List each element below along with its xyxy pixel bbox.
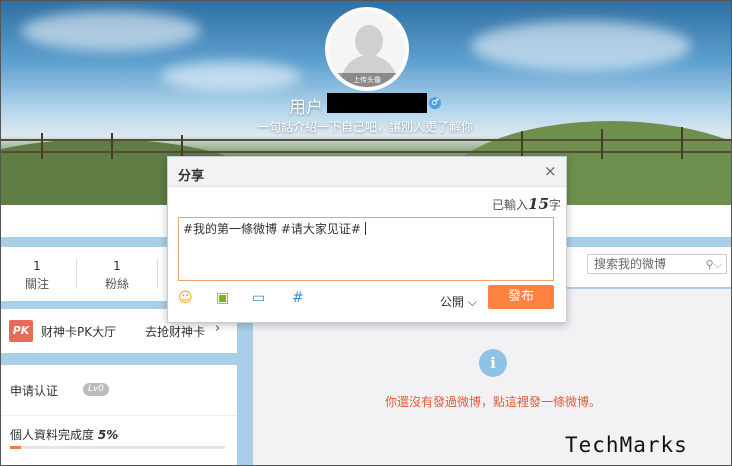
avatar[interactable]: 上传头像	[325, 7, 409, 91]
following-count: 1	[33, 259, 41, 273]
info-icon: i	[479, 349, 507, 377]
divider	[1, 415, 237, 416]
search-icon[interactable]: ⚲⌵	[706, 256, 722, 274]
upload-avatar-caption[interactable]: 上传头像	[329, 73, 405, 87]
grab-card-link[interactable]: 去抢财神卡	[145, 323, 205, 340]
divider	[157, 259, 158, 289]
profile-completion[interactable]: 個人資料完成度 5%	[10, 426, 118, 443]
username: 用户	[289, 98, 323, 118]
redacted-username-block	[327, 93, 427, 113]
search-placeholder: 搜索我的微博	[594, 257, 667, 271]
counter-prefix: 已輸入	[492, 198, 529, 212]
followers-label: 粉絲	[104, 277, 129, 291]
video-icon[interactable]: ▭	[252, 290, 265, 306]
apply-verification-link[interactable]: 申请认证	[10, 382, 58, 399]
following-label: 關注	[24, 277, 49, 291]
followers-count: 1	[113, 259, 121, 273]
counter-value: 15	[528, 195, 549, 213]
smiley-icon[interactable]: ☺	[178, 290, 193, 306]
char-counter: 已輸入15字	[492, 195, 561, 213]
stat-followers[interactable]: 1 粉絲	[87, 259, 147, 292]
share-dialog: 分享 × 已輸入15字 #我的第一條微博 #请大家见证# ☺ ▣ ▭ # 公開 …	[167, 156, 567, 323]
stat-following[interactable]: 1 關注	[7, 259, 67, 292]
dialog-title: 分享	[178, 169, 205, 184]
profile-intro[interactable]: 一句話介紹一下自己吧，讓別人更了解你	[257, 118, 473, 135]
empty-feed-message[interactable]: 你還沒有發過微博，點這裡發一條微博。	[385, 393, 601, 410]
dialog-header: 分享 ×	[168, 157, 566, 187]
close-icon[interactable]: ×	[544, 162, 557, 180]
chevron-right-icon[interactable]: ›	[215, 321, 220, 336]
text-caret	[364, 222, 366, 235]
post-textarea[interactable]: #我的第一條微博 #请大家见证#	[178, 217, 554, 281]
divider	[76, 259, 77, 289]
topic-hash-icon[interactable]: #	[292, 290, 304, 306]
male-gender-icon: ♂	[429, 97, 441, 109]
watermark: TechMarks	[565, 433, 688, 457]
search-input[interactable]: 搜索我的微博 ⚲⌵	[587, 254, 727, 274]
post-content: #我的第一條微博 #请大家见证#	[183, 222, 361, 236]
pk-badge-icon: PK	[9, 320, 33, 342]
completion-progress-bar	[10, 446, 225, 449]
completion-progress-fill	[10, 446, 21, 449]
weibo-profile-page: 上传头像 用户 ♂ 一句話介紹一下自己吧，讓別人更了解你 1 關注 1 粉絲 搜…	[0, 0, 732, 466]
completion-value: 5%	[97, 428, 119, 442]
counter-suffix: 字	[548, 198, 561, 212]
image-icon[interactable]: ▣	[216, 290, 229, 306]
visibility-label: 公開	[440, 295, 465, 309]
pk-hall-title[interactable]: 财神卡PK大厅	[41, 323, 116, 340]
chevron-down-icon: ⌵	[467, 295, 477, 309]
level-badge: Lv0	[83, 383, 109, 396]
visibility-dropdown[interactable]: 公開 ⌵	[440, 293, 477, 310]
completion-label: 個人資料完成度	[10, 428, 95, 442]
publish-button[interactable]: 發布	[488, 285, 554, 309]
